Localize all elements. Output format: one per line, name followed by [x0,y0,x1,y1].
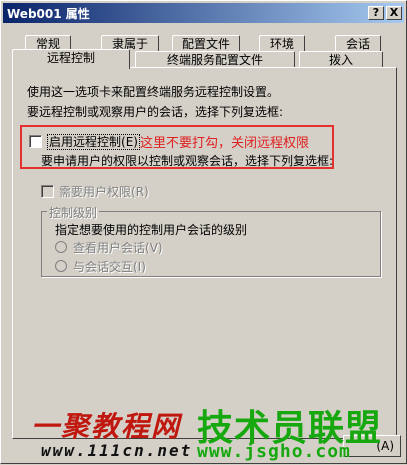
control-level-prompt: 指定想要使用的控制用户会话的级别 [55,223,248,237]
help-title-button[interactable]: ? [368,6,384,20]
view-session-radio[interactable] [55,241,67,253]
enable-remote-control-checkbox[interactable] [29,135,42,148]
watermark-brand-1: 一聚教程网 [31,410,182,443]
annotation-text: 这里不要打勾，关闭远程权限 [140,136,310,151]
close-button[interactable]: X [386,6,402,20]
window-title: Web001 属性 [7,7,90,21]
title-bar[interactable]: Web001 属性 ? X [3,3,404,23]
instruction-text: 要远程控制或观察用户的会话，选择下列复选框: [27,105,284,119]
enable-remote-control-description: 要申请用户的权限以控制或观察会话，选择下列复选框: [41,154,334,168]
tab-remote-control[interactable]: 远程控制 [12,49,130,69]
require-permission-checkbox[interactable] [41,185,54,198]
watermark-overlay: 一聚教程网 技术员联盟 www.111cn.net www.jsgho.com [1,385,407,465]
description-text: 使用这一选项卡来配置终端服务远程控制设置。 [27,85,280,99]
properties-dialog: Web001 属性 ? X 常规 隶属于 配置文件 环境 会话 远程控制 终端服… [0,0,407,464]
interact-session-label[interactable]: 与会话交互(I) [73,258,146,275]
control-level-legend: 控制级别 [47,204,100,221]
enable-remote-control-label[interactable]: 启用远程控制(E) [47,133,140,150]
interact-session-radio[interactable] [55,260,67,272]
watermark-url-1: www.111cn.net [41,441,193,460]
watermark-url-2: www.jsgho.com [197,441,351,462]
view-session-label[interactable]: 查看用户会话(V) [73,239,163,256]
require-permission-label[interactable]: 需要用户权限(R) [59,183,149,200]
